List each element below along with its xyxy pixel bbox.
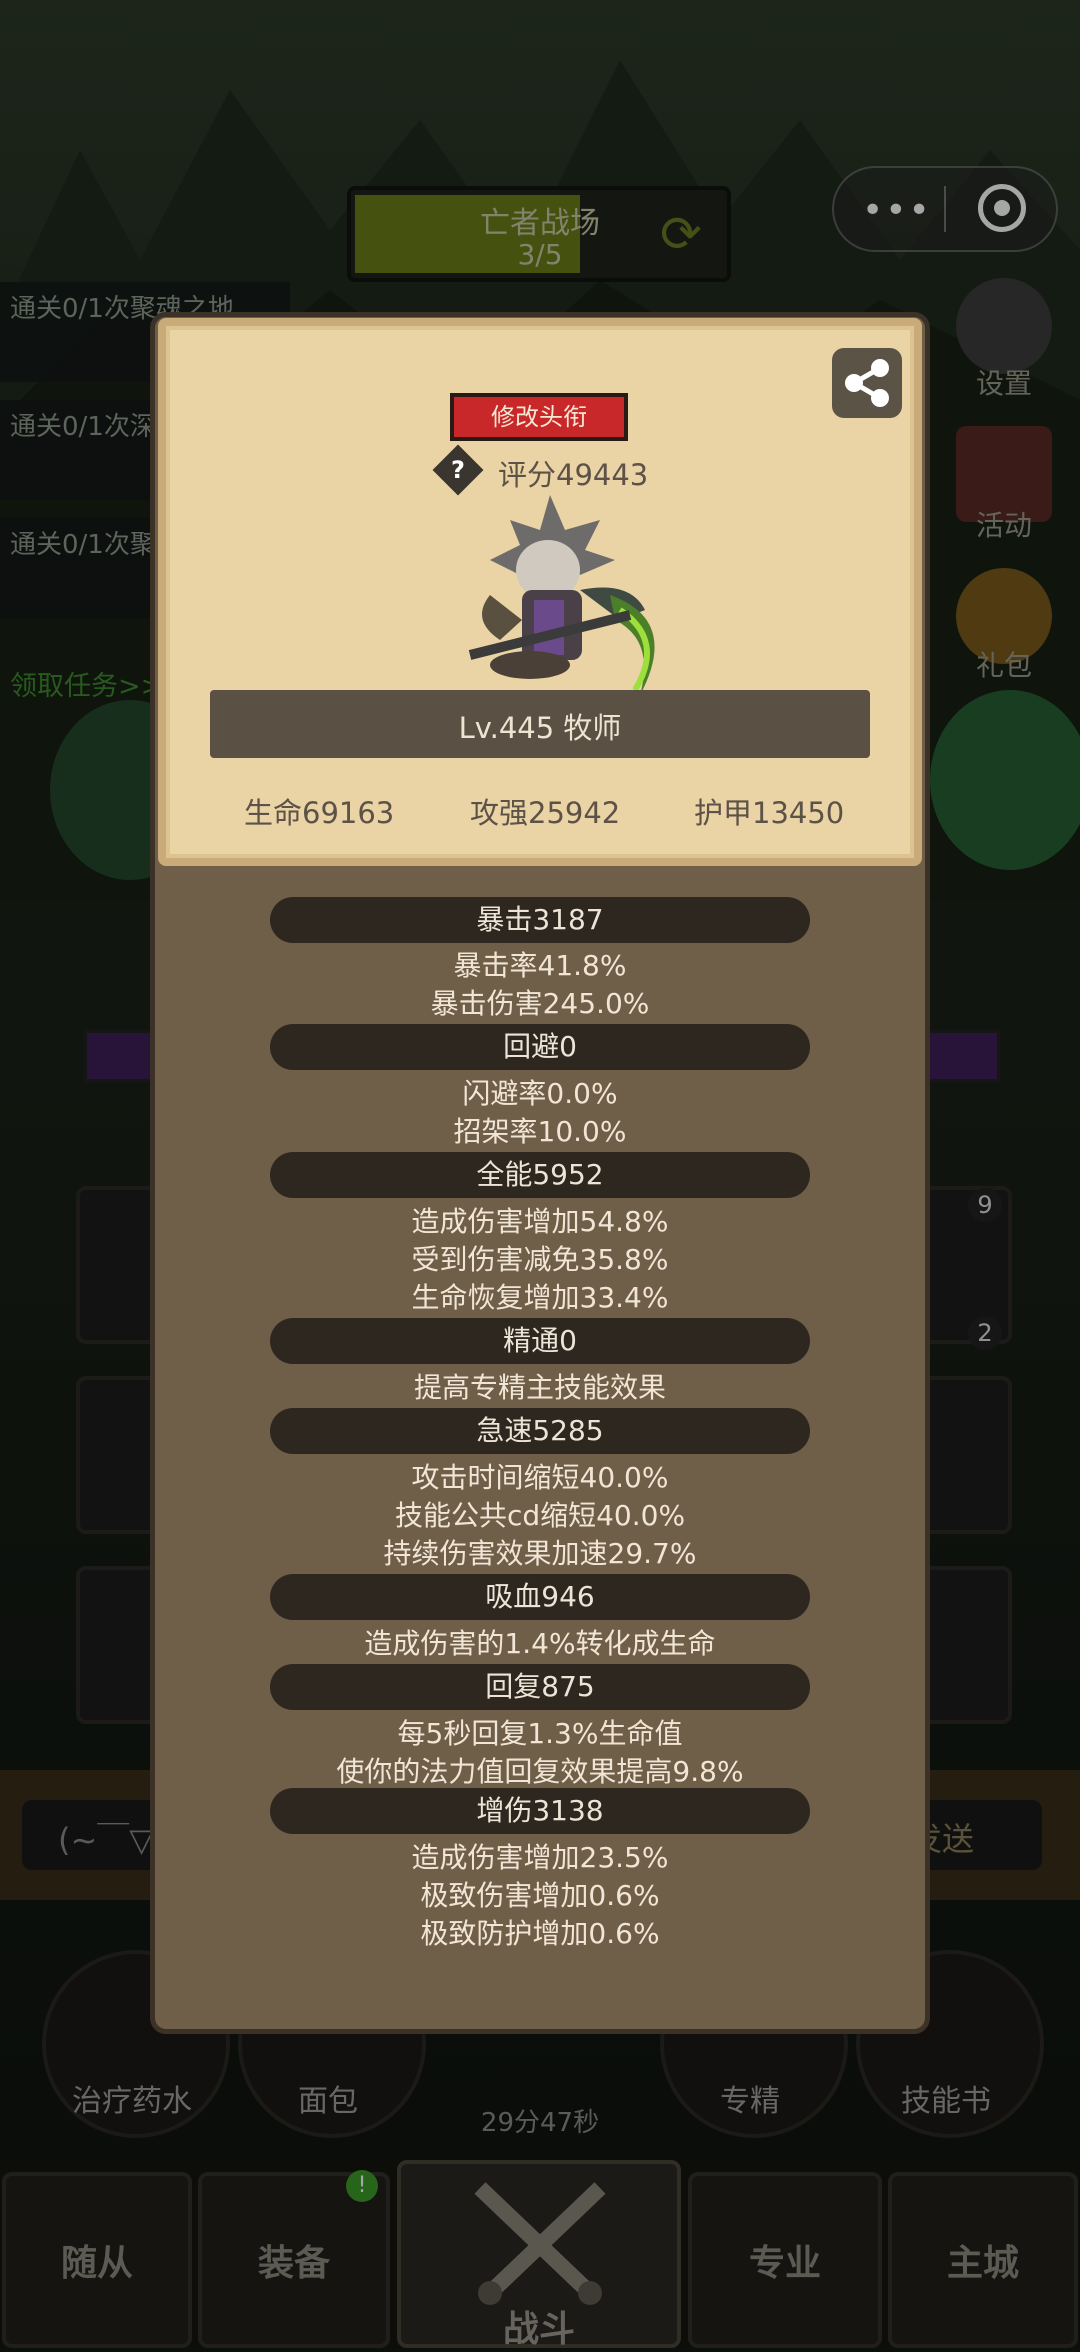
- level-class: Lv.445 牧师: [458, 711, 622, 745]
- stat-detail: 造成伤害增加23.5%: [411, 1841, 669, 1874]
- stat-header-haste: 急速5285: [270, 1408, 810, 1454]
- stat-attack: 攻强25942: [470, 796, 621, 830]
- share-icon: [845, 359, 889, 407]
- stat-detail: 每5秒回复1.3%生命值: [397, 1717, 683, 1750]
- help-icon-glyph: ?: [451, 456, 465, 484]
- stat-detail: 极致伤害增加0.6%: [420, 1879, 660, 1912]
- stat-header-mastery: 精通0: [270, 1318, 810, 1364]
- stat-header-lifesteal: 吸血946: [270, 1574, 810, 1620]
- stat-armor: 护甲13450: [694, 796, 845, 830]
- edit-title-button[interactable]: 修改头衔: [450, 393, 628, 441]
- score: 评分49443: [498, 458, 649, 492]
- stat-detail: 暴击率41.8%: [453, 949, 627, 982]
- share-button[interactable]: [832, 348, 902, 418]
- stat-detail: 使你的法力值回复效果提高9.8%: [336, 1755, 744, 1788]
- stat-detail: 暴击伤害245.0%: [430, 987, 650, 1020]
- stat-detail: 闪避率0.0%: [462, 1077, 618, 1110]
- stat-header-regen: 回复875: [270, 1664, 810, 1710]
- stat-header-damage-boost: 增伤3138: [270, 1788, 810, 1834]
- stat-header-crit: 暴击3187: [270, 897, 810, 943]
- stat-detail: 持续伤害效果加速29.7%: [383, 1537, 697, 1570]
- stat-detail: 技能公共cd缩短40.0%: [394, 1499, 686, 1532]
- stat-detail: 造成伤害的1.4%转化成生命: [364, 1627, 716, 1660]
- stat-detail: 受到伤害减免35.8%: [411, 1243, 669, 1276]
- hero-avatar: [468, 495, 655, 695]
- stat-detail: 攻击时间缩短40.0%: [411, 1461, 669, 1494]
- stat-header-dodge: 回避0: [270, 1024, 810, 1070]
- stat-hp: 生命69163: [244, 796, 395, 830]
- stat-detail: 极致防护增加0.6%: [420, 1917, 660, 1950]
- stat-header-versatility: 全能5952: [270, 1152, 810, 1198]
- stat-detail: 招架率10.0%: [453, 1115, 627, 1148]
- stat-detail: 生命恢复增加33.4%: [411, 1281, 669, 1314]
- stat-detail: 造成伤害增加54.8%: [411, 1205, 669, 1238]
- stat-detail: 提高专精主技能效果: [413, 1371, 666, 1404]
